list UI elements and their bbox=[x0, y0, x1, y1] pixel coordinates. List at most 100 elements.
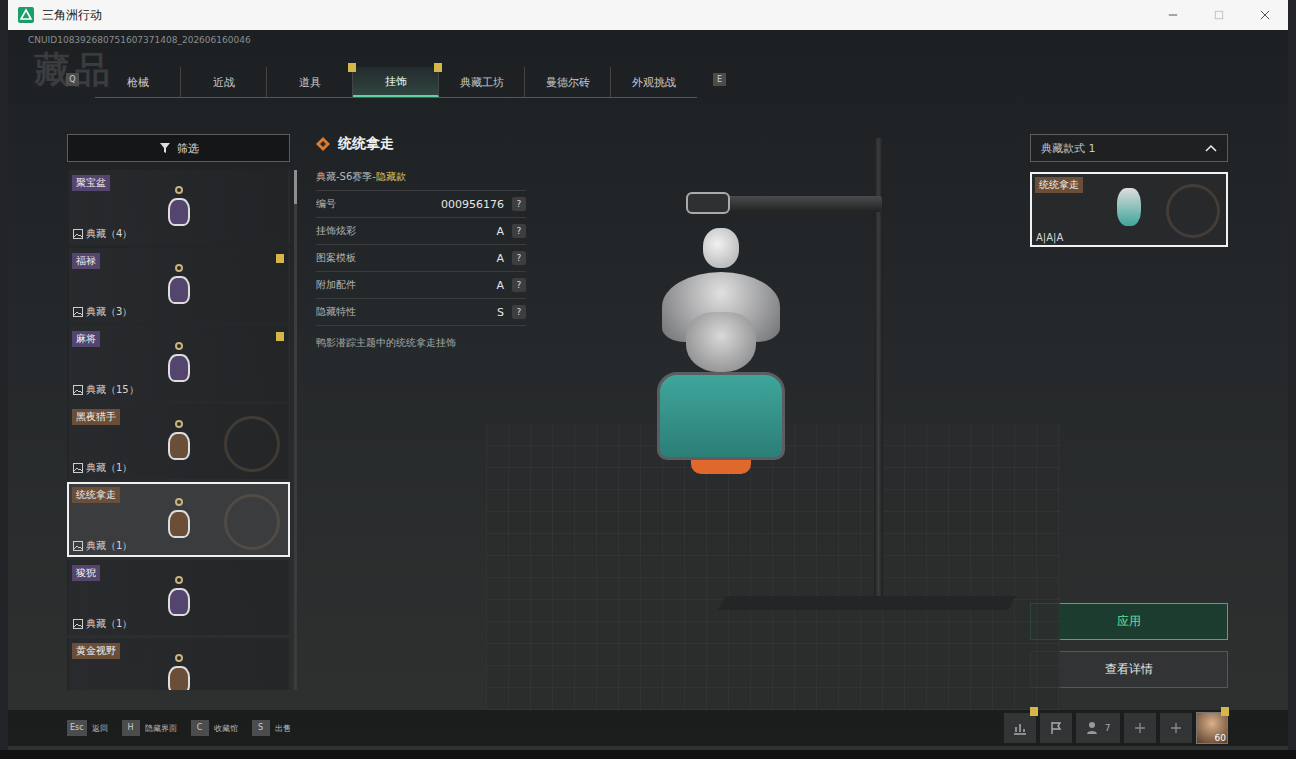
main-area: 筛选聚宝盆典藏（4）福禄典藏（3）麻将典藏（15）黑夜猎手典藏（1）统统拿走典藏… bbox=[8, 134, 1288, 710]
charm-thumbnail bbox=[164, 654, 194, 690]
page-title: 藏品 bbox=[34, 46, 114, 95]
item-card[interactable]: 黑夜猎手典藏（1） bbox=[67, 404, 290, 479]
prev-tab-key[interactable]: Q bbox=[66, 73, 79, 86]
item-card[interactable]: 统统拿走典藏（1） bbox=[67, 482, 290, 557]
hotkey[interactable]: Esc返回 bbox=[67, 720, 108, 736]
variant-name: 统统拿走 bbox=[1035, 177, 1083, 193]
variant-thumbnail bbox=[1117, 188, 1141, 226]
item-card[interactable]: 麻将典藏（15） bbox=[67, 326, 290, 401]
charm-preview[interactable] bbox=[526, 134, 1030, 710]
alert-badge bbox=[434, 63, 442, 72]
tab[interactable]: 道具 bbox=[267, 67, 353, 97]
status-icons: 7 60 bbox=[1004, 712, 1228, 744]
variant-dropdown[interactable]: 典藏款式 1 bbox=[1030, 134, 1228, 162]
header: 藏品Q 枪械 近战 道具 挂饰 典藏工坊 曼德尔砖 外观挑战 E bbox=[8, 46, 1288, 98]
taskbar-strip bbox=[0, 750, 1296, 759]
charm-thumbnail bbox=[164, 498, 194, 542]
app-logo-icon bbox=[18, 7, 34, 23]
tab[interactable]: 曼德尔砖 bbox=[525, 67, 611, 97]
picture-icon bbox=[73, 229, 83, 239]
next-tab-key[interactable]: E bbox=[713, 73, 726, 86]
rarity-diamond-icon bbox=[316, 137, 330, 151]
attribute-row: 图案模板A? bbox=[316, 245, 526, 272]
item-count: 典藏（1） bbox=[73, 461, 132, 475]
help-button[interactable]: ? bbox=[512, 251, 526, 265]
tab[interactable]: 挂饰 bbox=[353, 67, 439, 97]
help-button[interactable]: ? bbox=[512, 305, 526, 319]
picture-icon bbox=[73, 307, 83, 317]
charm-thumbnail bbox=[164, 186, 194, 230]
item-card[interactable]: 聚宝盆典藏（4） bbox=[67, 170, 290, 245]
help-button[interactable]: ? bbox=[512, 197, 526, 211]
charm-thumbnail bbox=[164, 342, 194, 386]
tab-bar: 枪械 近战 道具 挂饰 典藏工坊 曼德尔砖 外观挑战 bbox=[95, 67, 697, 98]
tab-label: 典藏工坊 bbox=[460, 75, 504, 90]
plus-icon bbox=[1168, 720, 1184, 736]
picture-icon bbox=[73, 619, 83, 629]
tab[interactable]: 近战 bbox=[181, 67, 267, 97]
attribute-row: 挂饰炫彩A? bbox=[316, 218, 526, 245]
tab[interactable]: 枪械 bbox=[95, 67, 181, 97]
variant-card[interactable]: 统统拿走 A|A|A bbox=[1030, 172, 1228, 247]
friends-count: 7 bbox=[1105, 723, 1111, 733]
picture-icon bbox=[73, 385, 83, 395]
user-id: CNUID108392680751607371408_202606160046 bbox=[8, 30, 1288, 46]
collection-emblem-icon bbox=[224, 416, 280, 472]
close-icon[interactable] bbox=[1242, 0, 1288, 30]
add-button[interactable] bbox=[1160, 713, 1192, 743]
charm-model bbox=[646, 214, 796, 484]
friends-button[interactable]: 7 bbox=[1076, 713, 1120, 743]
stats-icon bbox=[1012, 720, 1028, 736]
collection-emblem-icon bbox=[1166, 184, 1220, 238]
hotkey[interactable]: H隐藏界面 bbox=[122, 720, 177, 736]
stats-button[interactable] bbox=[1004, 713, 1036, 743]
tab-label: 道具 bbox=[299, 75, 321, 90]
item-card[interactable]: 狻猊典藏（1） bbox=[67, 560, 290, 635]
player-level: 60 bbox=[1215, 733, 1226, 743]
item-name: 黄金视野 bbox=[72, 643, 120, 659]
item-name: 聚宝盆 bbox=[72, 175, 110, 191]
friends-icon bbox=[1086, 720, 1102, 736]
window-controls bbox=[1150, 0, 1288, 30]
item-count: 典藏（1） bbox=[73, 539, 132, 553]
charm-thumbnail bbox=[164, 420, 194, 464]
hotkey[interactable]: S出售 bbox=[252, 720, 291, 736]
attribute-row: 编号000956176? bbox=[316, 191, 526, 218]
item-card[interactable]: 福禄典藏（3） bbox=[67, 248, 290, 323]
series-line: 典藏-S6赛季-隐藏款 bbox=[316, 170, 526, 191]
item-count: 典藏（1） bbox=[73, 617, 132, 631]
minimize-icon[interactable] bbox=[1150, 0, 1196, 30]
flag-button[interactable] bbox=[1040, 713, 1072, 743]
help-button[interactable]: ? bbox=[512, 278, 526, 292]
item-count: 典藏（4） bbox=[73, 227, 132, 241]
item-panel: 筛选聚宝盆典藏（4）福禄典藏（3）麻将典藏（15）黑夜猎手典藏（1）统统拿走典藏… bbox=[67, 134, 290, 710]
add-button[interactable] bbox=[1124, 713, 1156, 743]
item-name: 麻将 bbox=[72, 331, 100, 347]
flag-icon bbox=[1048, 720, 1064, 736]
hotkey[interactable]: C收藏馆 bbox=[191, 720, 238, 736]
alert-badge bbox=[276, 254, 284, 263]
tab[interactable]: 典藏工坊 bbox=[439, 67, 525, 97]
filter-button[interactable]: 筛选 bbox=[67, 134, 290, 162]
tab[interactable]: 外观挑战 bbox=[611, 67, 697, 97]
player-avatar[interactable]: 60 bbox=[1196, 712, 1228, 744]
scrollbar[interactable] bbox=[294, 170, 297, 690]
item-name: 黑夜猎手 bbox=[72, 409, 120, 425]
game-window: 三角洲行动CNUID108392680751607371408_20260616… bbox=[8, 0, 1288, 750]
tab-label: 曼德尔砖 bbox=[546, 75, 590, 90]
tab-label: 枪械 bbox=[127, 75, 149, 90]
item-list: 聚宝盆典藏（4）福禄典藏（3）麻将典藏（15）黑夜猎手典藏（1）统统拿走典藏（1… bbox=[67, 170, 290, 690]
variant-grades: A|A|A bbox=[1036, 232, 1063, 243]
tab-label: 近战 bbox=[213, 75, 235, 90]
hotkey-list: Esc返回 H隐藏界面 C收藏馆 S出售 bbox=[67, 720, 291, 736]
alert-badge bbox=[1221, 707, 1229, 716]
maximize-icon[interactable] bbox=[1196, 0, 1242, 30]
picture-icon bbox=[73, 463, 83, 473]
charm-thumbnail bbox=[164, 576, 194, 620]
attribute-row: 隐藏特性S? bbox=[316, 299, 526, 326]
help-button[interactable]: ? bbox=[512, 224, 526, 238]
title-bar: 三角洲行动 bbox=[8, 0, 1288, 30]
item-card[interactable]: 黄金视野 bbox=[67, 638, 290, 690]
tab-label: 外观挑战 bbox=[632, 75, 676, 90]
charm-thumbnail bbox=[164, 264, 194, 308]
